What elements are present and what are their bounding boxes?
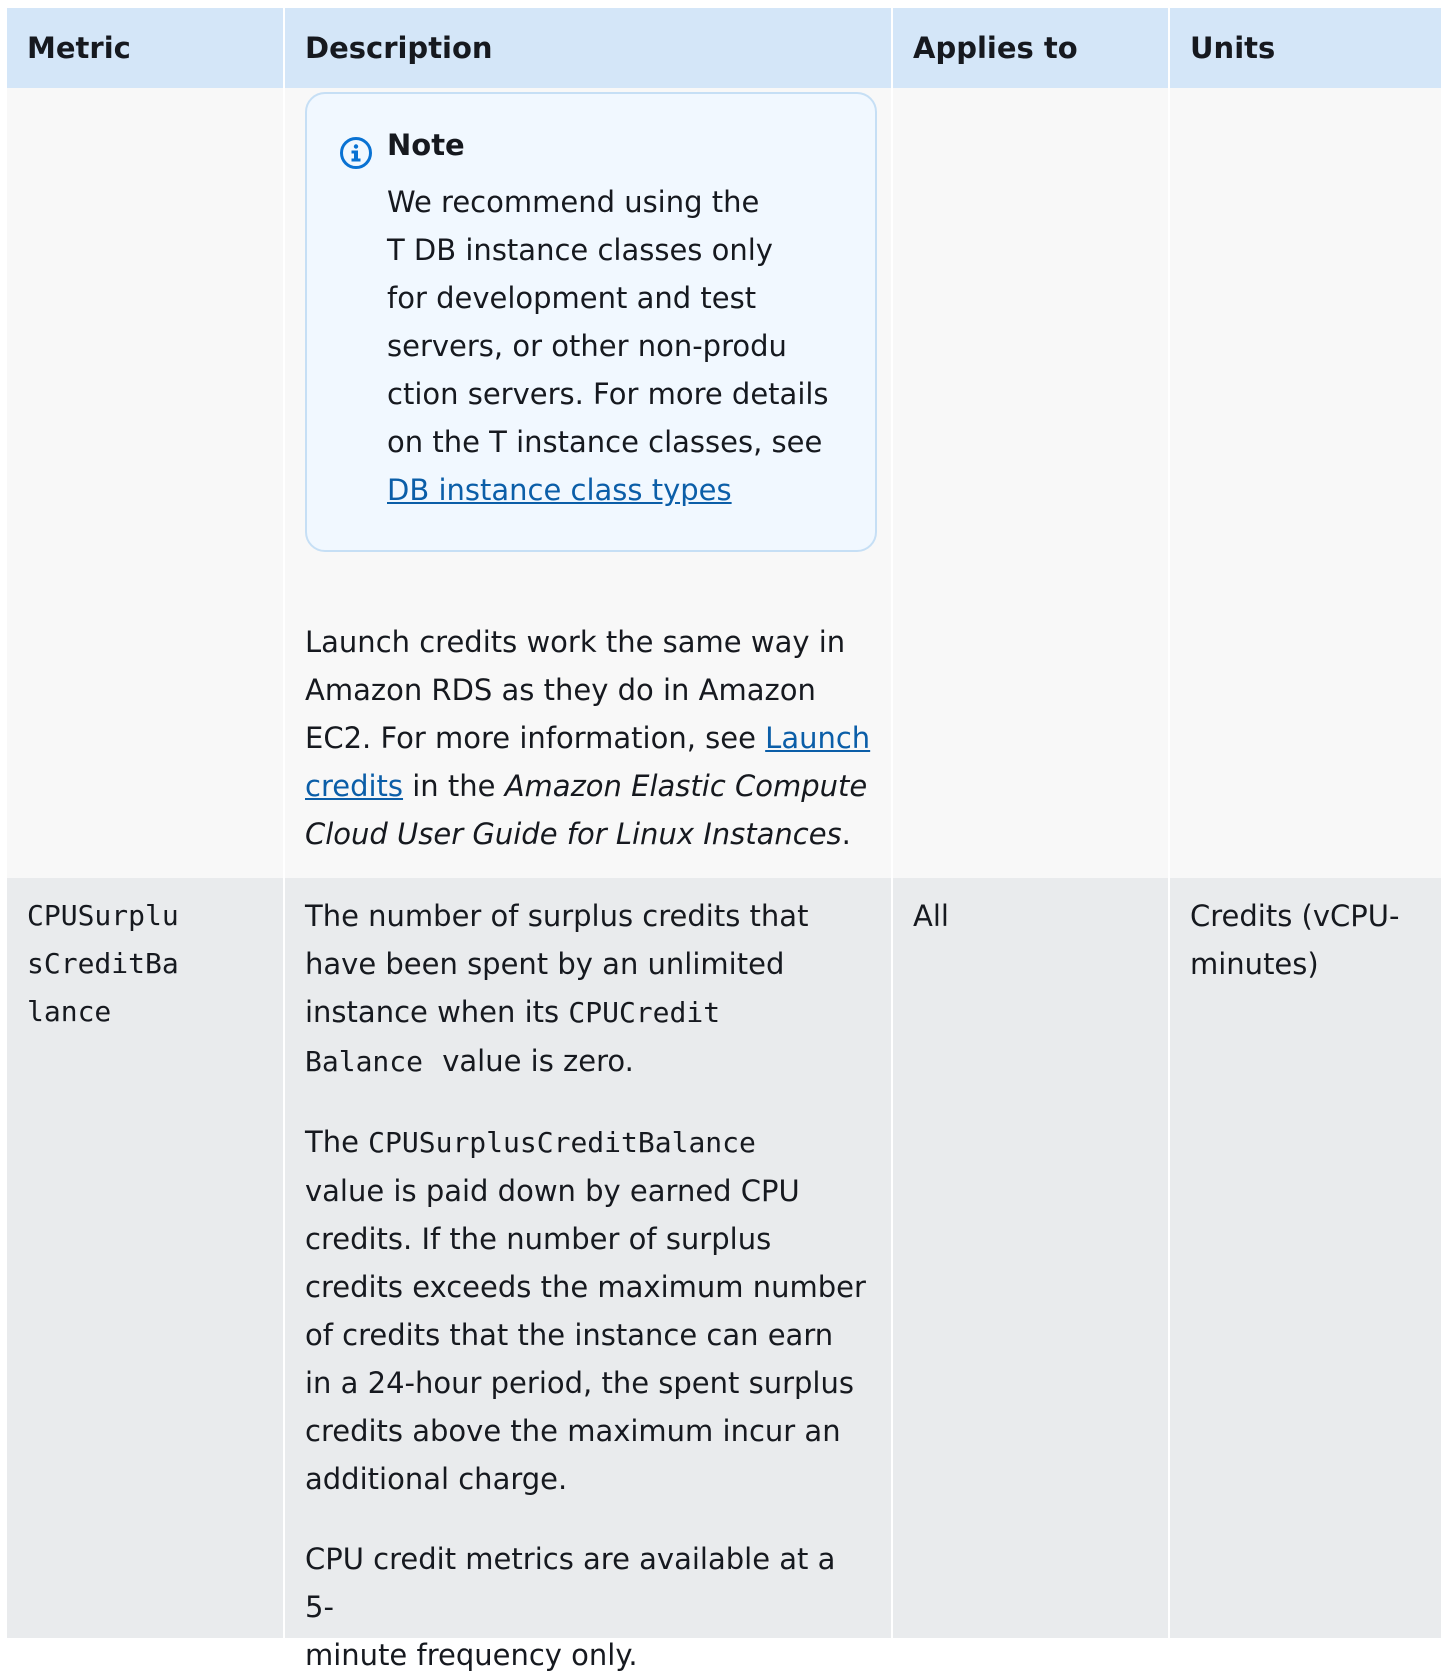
table-row: CPUSurplu sCreditBa lance The number of …: [7, 878, 1441, 1672]
units-cell: [1168, 88, 1441, 878]
applies-to-value: All: [913, 899, 949, 933]
paragraph-text: instance when its: [305, 995, 569, 1029]
note-line: servers, or other non-produ: [387, 329, 787, 363]
paragraph-line: credits above the maximum incur an: [305, 1414, 841, 1448]
paragraph-line: CPU credit metrics are available at a 5-: [305, 1542, 836, 1624]
applies-to-cell: [891, 88, 1168, 878]
paragraph-line: credits in the Amazon Elastic Compute: [305, 762, 871, 810]
note-line: T DB instance classes only: [387, 233, 773, 267]
description-cell: Note We recommend using the T DB instanc…: [283, 88, 891, 878]
paragraph-line: EC2. For more information, see Launch: [305, 714, 871, 762]
code-text: CPUSurplusCreditBalance: [368, 1126, 756, 1159]
paragraph-line: instance when its CPUCredit: [305, 988, 871, 1037]
units-line: minutes): [1190, 947, 1319, 981]
note-callout: Note We recommend using the T DB instanc…: [305, 92, 877, 552]
paragraph-text: .: [841, 817, 851, 851]
table-row: Note We recommend using the T DB instanc…: [7, 88, 1441, 878]
db-instance-class-types-link[interactable]: DB instance class types: [387, 473, 732, 507]
paragraph-line: Launch credits work the same way in: [305, 625, 846, 659]
paragraph-line: The number of surplus credits that: [305, 899, 809, 933]
description-cell: The number of surplus credits that have …: [283, 878, 891, 1672]
paragraph-line: Cloud User Guide for Linux Instances.: [305, 810, 871, 858]
paragraph-text: EC2. For more information, see: [305, 721, 766, 755]
guide-title: Amazon Elastic Compute: [504, 769, 868, 803]
launch-credits-link-continued[interactable]: credits: [305, 769, 403, 803]
description-paragraph: The number of surplus credits that have …: [305, 892, 871, 1086]
paragraph-line: have been spent by an unlimited: [305, 947, 785, 981]
header-metric: Metric: [7, 8, 283, 88]
note-line: We recommend using the: [387, 185, 760, 219]
units-line: Credits (vCPU-: [1190, 899, 1400, 933]
metric-cell: [7, 88, 283, 878]
launch-credits-link[interactable]: Launch: [765, 721, 870, 755]
header-description: Description: [283, 8, 891, 88]
header-applies-to: Applies to: [891, 8, 1168, 88]
units-cell: Credits (vCPU- minutes): [1168, 878, 1441, 1638]
note-title: Note: [387, 128, 465, 162]
note-line: for development and test: [387, 281, 757, 315]
note-line: on the T instance classes, see: [387, 425, 823, 459]
paragraph-text: value is zero.: [433, 1044, 634, 1078]
header-units: Units: [1168, 8, 1441, 88]
paragraph-line: Amazon RDS as they do in Amazon: [305, 673, 816, 707]
metrics-table: Metric Description Applies to Units Note…: [7, 8, 1441, 1672]
launch-credits-paragraph: Launch credits work the same way in Amaz…: [305, 618, 871, 858]
paragraph-text: The: [305, 1125, 369, 1159]
note-line: ction servers. For more details: [387, 377, 829, 411]
metric-name-line: lance: [27, 995, 112, 1028]
metric-name-line: sCreditBa: [27, 947, 179, 980]
paragraph-line: credits exceeds the maximum number: [305, 1270, 866, 1304]
table-header-row: Metric Description Applies to Units: [7, 8, 1441, 88]
code-text: Balance: [305, 1045, 424, 1078]
metric-name-line: CPUSurplu: [27, 899, 179, 932]
note-body: We recommend using the T DB instance cla…: [387, 178, 845, 514]
paragraph-line: minute frequency only.: [305, 1638, 638, 1672]
paragraph-line: credits. If the number of surplus: [305, 1222, 772, 1256]
applies-to-cell: All: [891, 878, 1168, 1638]
guide-title-continued: Cloud User Guide for Linux Instances: [305, 817, 842, 851]
info-icon: [340, 137, 372, 169]
paragraph-line: of credits that the instance can earn: [305, 1318, 834, 1352]
paragraph-line: The CPUSurplusCreditBalance: [305, 1118, 871, 1167]
code-text: CPUCredit: [568, 996, 721, 1029]
paragraph-text: in the: [403, 769, 505, 803]
metric-cell: CPUSurplu sCreditBa lance: [7, 878, 283, 1638]
paragraph-line: in a 24-hour period, the spent surplus: [305, 1366, 854, 1400]
paragraph-line: additional charge.: [305, 1462, 568, 1496]
paragraph-line: value is paid down by earned CPU: [305, 1174, 800, 1208]
description-paragraph: CPU credit metrics are available at a 5-…: [305, 1535, 871, 1679]
paragraph-line: Balance value is zero.: [305, 1037, 871, 1086]
description-paragraph: The CPUSurplusCreditBalance value is pai…: [305, 1118, 871, 1503]
